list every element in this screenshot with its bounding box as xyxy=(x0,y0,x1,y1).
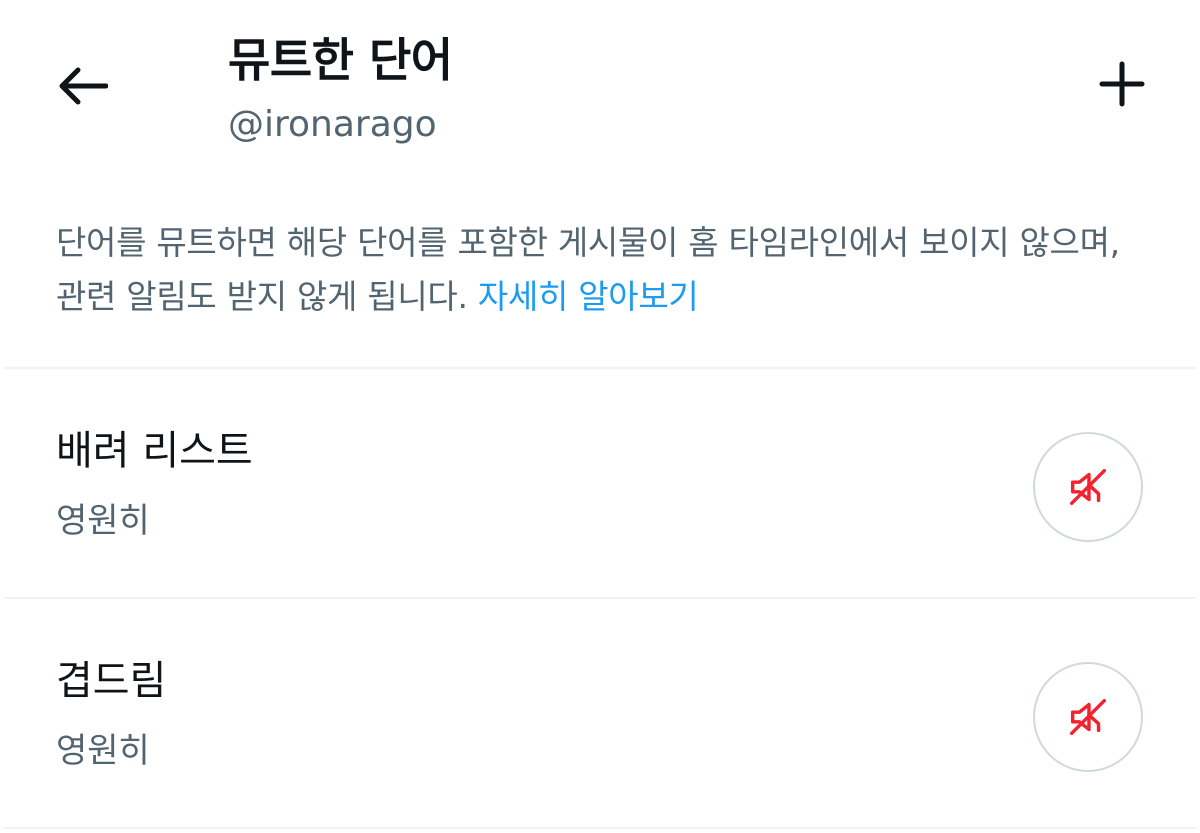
speaker-muted-icon xyxy=(1069,468,1107,506)
header: 뮤트한 단어 @ironarago xyxy=(0,0,1200,190)
mute-duration: 영원히 xyxy=(56,731,150,771)
muted-word-row[interactable]: 배려 리스트 영원히 xyxy=(0,369,1200,597)
muted-words-screen: 뮤트한 단어 @ironarago 단어를 뮤트하면 해당 단어를 포함한 게시… xyxy=(0,0,1200,833)
learn-more-link[interactable]: 자세히 알아보기 xyxy=(478,277,699,316)
page-title: 뮤트한 단어 xyxy=(228,33,453,87)
description: 단어를 뮤트하면 해당 단어를 포함한 게시물이 홈 타임라인에서 보이지 않으… xyxy=(56,216,1156,324)
plus-icon xyxy=(1099,61,1145,107)
unmute-button[interactable] xyxy=(1033,662,1143,772)
muted-word-text: 겹드림 xyxy=(56,658,167,704)
muted-word-row[interactable]: 겹드림 영원히 xyxy=(0,599,1200,827)
speaker-muted-icon xyxy=(1069,698,1107,736)
mute-duration: 영원히 xyxy=(56,501,150,541)
title-block: 뮤트한 단어 @ironarago xyxy=(228,28,453,150)
divider xyxy=(4,827,1196,829)
unmute-button[interactable] xyxy=(1033,432,1143,542)
muted-word-text: 배려 리스트 xyxy=(56,428,253,474)
back-button[interactable] xyxy=(48,52,116,120)
account-handle: @ironarago xyxy=(228,104,437,145)
add-muted-word-button[interactable] xyxy=(1090,52,1154,116)
arrow-left-icon xyxy=(59,67,108,105)
